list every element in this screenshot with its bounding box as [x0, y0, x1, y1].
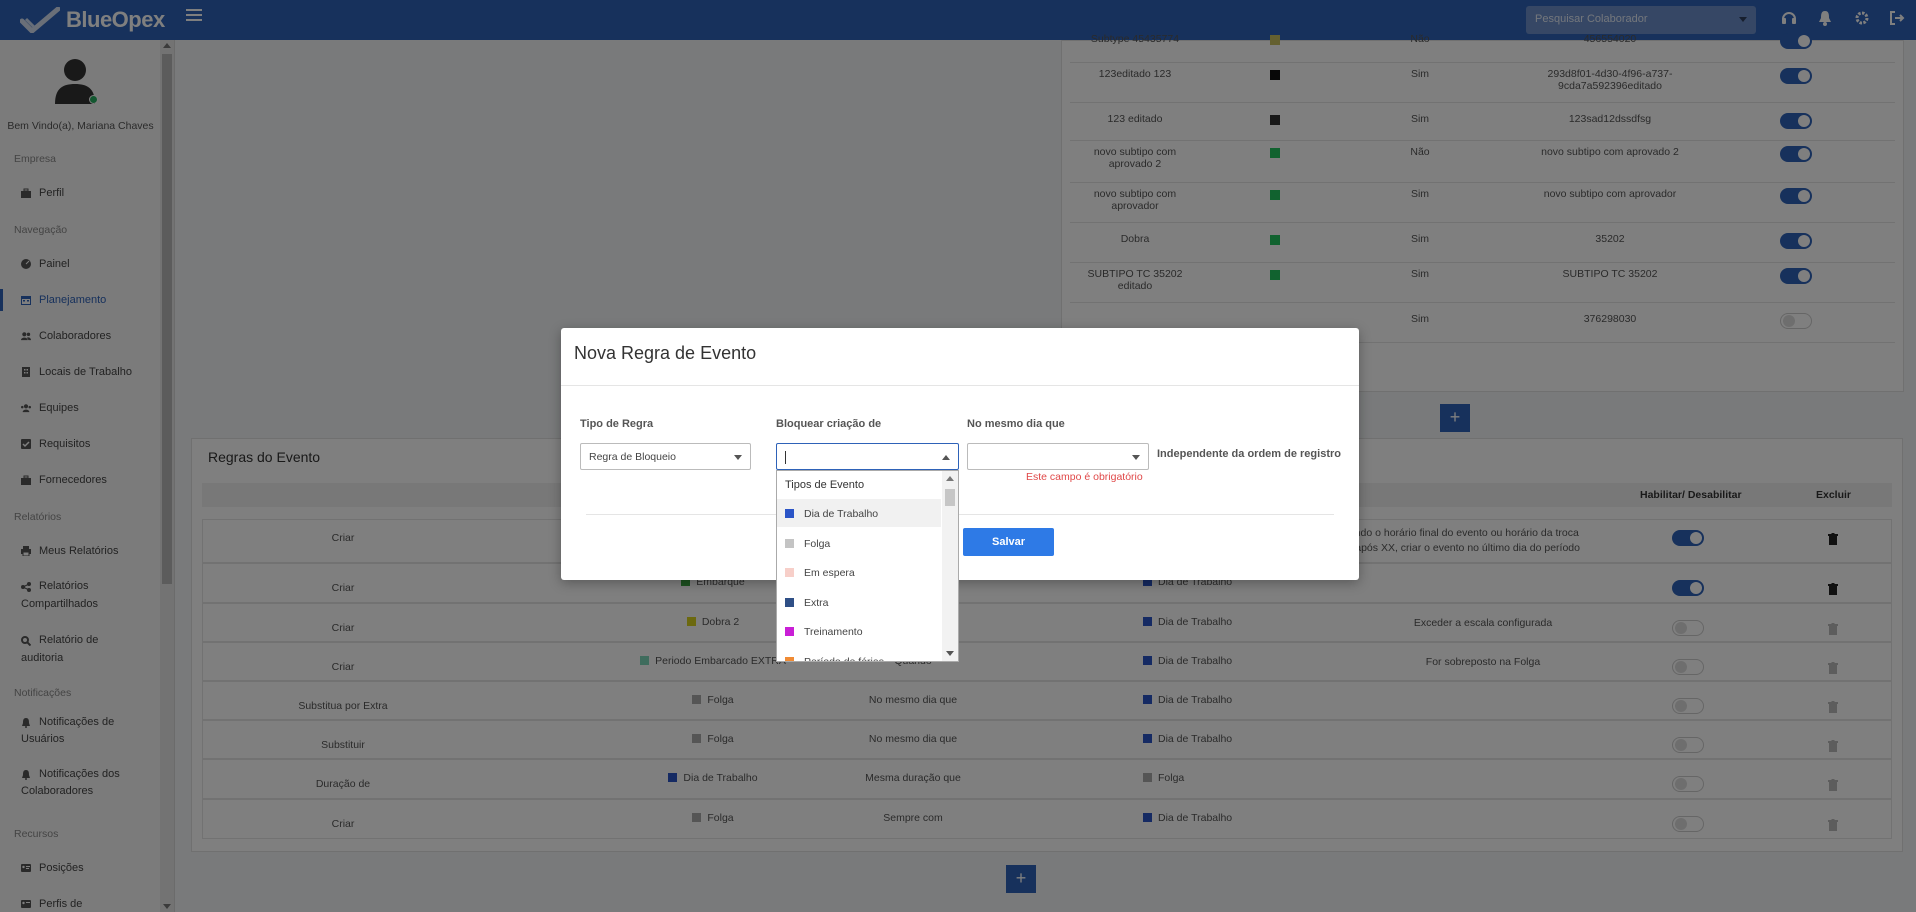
option-label: Extra	[804, 596, 829, 609]
dropdown-option[interactable]: Folga	[777, 529, 941, 557]
event-color-swatch	[785, 597, 794, 607]
event-color-swatch	[785, 538, 794, 548]
same-day-label: No mesmo dia que	[967, 418, 1065, 430]
rule-type-value: Regra de Bloqueio	[589, 451, 676, 463]
option-label: Período de férias	[804, 655, 884, 662]
dropdown-group-label: Tipos de Evento	[785, 479, 865, 491]
chevron-up-icon	[942, 455, 950, 460]
dropdown-option[interactable]: Em espera	[777, 558, 941, 586]
dropdown-option[interactable]: Período de férias	[777, 647, 941, 662]
event-type-dropdown[interactable]: Tipos de Evento Dia de Trabalho Folga Em e…	[776, 470, 959, 662]
event-color-swatch	[785, 509, 794, 518]
same-day-select[interactable]	[967, 443, 1149, 470]
dropdown-scrollbar[interactable]	[942, 471, 958, 661]
divider	[561, 385, 1359, 386]
chevron-down-icon	[734, 455, 742, 460]
rule-type-label: Tipo de Regra	[580, 418, 654, 430]
independent-order-label: Independente da ordem de registro	[1157, 448, 1341, 460]
dropdown-option[interactable]: Treinamento	[777, 617, 941, 645]
option-label: Treinamento	[804, 626, 863, 638]
event-color-swatch	[785, 568, 794, 577]
required-field-error: Este campo é obrigatório	[1026, 471, 1143, 483]
scroll-up-icon[interactable]	[946, 476, 954, 481]
text-cursor	[785, 451, 786, 464]
dropdown-option[interactable]: Extra	[777, 588, 941, 616]
option-label: Folga	[804, 537, 831, 550]
option-label: Em espera	[804, 567, 855, 579]
option-label: Dia de Trabalho	[804, 508, 879, 520]
modal-title: Nova Regra de Evento	[574, 343, 757, 363]
chevron-down-icon	[1132, 455, 1140, 460]
divider	[586, 514, 1334, 515]
block-creation-select[interactable]	[776, 443, 959, 470]
dropdown-option[interactable]: Dia de Trabalho	[777, 499, 941, 527]
dropdown-scroll-thumb[interactable]	[945, 489, 955, 506]
event-color-swatch	[785, 656, 794, 661]
event-color-swatch	[785, 627, 794, 636]
block-creation-label: Bloquear criação de	[776, 418, 882, 430]
scroll-down-icon[interactable]	[946, 651, 954, 656]
new-event-rule-modal: Nova Regra de Evento Tipo de Regra Regra…	[561, 328, 1359, 580]
rule-type-select[interactable]: Regra de Bloqueio	[580, 443, 751, 470]
save-button[interactable]: Salvar	[963, 528, 1054, 556]
